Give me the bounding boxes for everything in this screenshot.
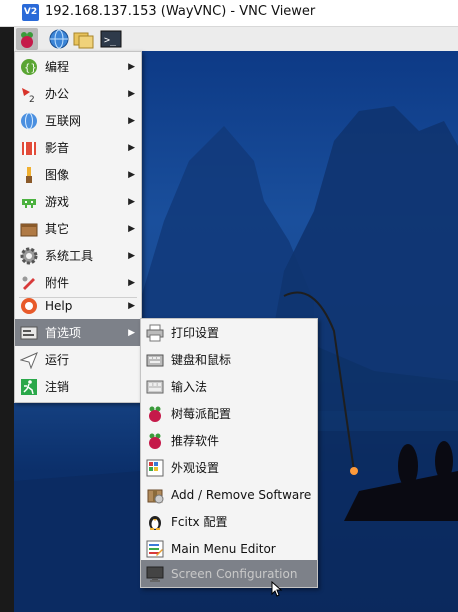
menu-item-label: 影音 — [45, 141, 70, 155]
logout-icon — [19, 377, 39, 397]
browser-button[interactable] — [48, 28, 70, 50]
chevron-right-icon: ▶ — [128, 250, 135, 261]
chevron-right-icon: ▶ — [128, 88, 135, 99]
sound-video-icon — [19, 138, 39, 158]
submenu-item-label: 输入法 — [171, 380, 208, 394]
raspberry-menu-button[interactable] — [16, 28, 38, 50]
menu-item-label: 运行 — [45, 353, 70, 367]
recommended-software-icon — [145, 431, 165, 451]
terminal-button[interactable]: >_ — [100, 28, 122, 50]
submenu-item-appearance[interactable]: 外观设置 — [141, 454, 317, 481]
menu-item-label: 首选项 — [45, 326, 82, 340]
chevron-right-icon: ▶ — [128, 300, 135, 311]
raspberry-config-icon — [145, 404, 165, 424]
chevron-right-icon: ▶ — [128, 142, 135, 153]
chevron-right-icon: ▶ — [128, 277, 135, 288]
penguin-icon — [145, 512, 165, 532]
menu-item-label: 编程 — [45, 60, 70, 74]
submenu-item-label: 键盘和鼠标 — [171, 353, 232, 367]
menu-item-label: Help — [45, 298, 73, 313]
accessories-icon — [19, 273, 39, 293]
window-title: 192.168.137.153 (WayVNC) - VNC Viewer — [45, 4, 316, 19]
svg-text:{}: {} — [24, 63, 37, 74]
chevron-right-icon: ▶ — [128, 327, 135, 338]
games-icon — [19, 192, 39, 212]
printer-icon — [145, 323, 165, 343]
keyboard-mouse-icon — [145, 350, 165, 370]
chevron-right-icon: ▶ — [128, 169, 135, 180]
programming-icon: {} — [19, 57, 39, 77]
arrow-cursor-icon — [271, 580, 283, 597]
preferences-submenu: 打印设置 键盘和鼠标 输入法 树莓派配置 推荐软件 外观设置 Add / Rem… — [140, 318, 318, 588]
submenu-item-label: 外观设置 — [171, 461, 220, 475]
menu-item-label: 附件 — [45, 276, 70, 290]
menu-item-internet[interactable]: 互联网 ▶ — [15, 107, 141, 134]
submenu-item-input-method[interactable]: 输入法 — [141, 373, 317, 400]
window-titlebar[interactable]: V2 192.168.137.153 (WayVNC) - VNC Viewer — [0, 0, 458, 27]
submenu-item-add-remove-software[interactable]: Add / Remove Software — [141, 481, 317, 508]
help-icon — [19, 296, 39, 316]
chevron-right-icon: ▶ — [128, 196, 135, 207]
svg-text:2: 2 — [29, 95, 35, 103]
menu-item-preferences[interactable]: 首选项 ▶ — [15, 319, 141, 346]
other-icon — [19, 219, 39, 239]
submenu-item-label: 树莓派配置 — [171, 407, 232, 421]
application-menu: {} 编程 ▶ 2 办公 ▶ 互联网 ▶ 影音 ▶ 图像 ▶ 游戏 ▶ 其它 ▶… — [14, 51, 142, 403]
submenu-item-label: Screen Configuration — [171, 566, 298, 581]
menu-item-games[interactable]: 游戏 ▶ — [15, 188, 141, 215]
preferences-icon — [19, 323, 39, 343]
internet-icon — [19, 111, 39, 131]
monitor-icon — [145, 564, 165, 584]
menu-item-label: 办公 — [45, 87, 70, 101]
input-method-icon — [145, 377, 165, 397]
menu-item-other[interactable]: 其它 ▶ — [15, 215, 141, 242]
run-icon — [19, 350, 39, 370]
folder-icon — [73, 32, 94, 49]
background-window-strip: 阅读 — [0, 0, 14, 612]
submenu-item-print-settings[interactable]: 打印设置 — [141, 319, 317, 346]
menu-item-help[interactable]: Help ▶ — [15, 292, 141, 319]
submenu-item-label: 打印设置 — [171, 326, 220, 340]
appearance-icon — [145, 458, 165, 478]
submenu-item-label: 推荐软件 — [171, 434, 220, 448]
chevron-right-icon: ▶ — [128, 115, 135, 126]
menu-item-label: 注销 — [45, 380, 70, 394]
menu-item-graphics[interactable]: 图像 ▶ — [15, 161, 141, 188]
menu-item-label: 系统工具 — [45, 249, 94, 263]
graphics-icon — [19, 165, 39, 185]
office-icon: 2 — [19, 84, 39, 104]
submenu-item-label: Main Menu Editor — [171, 541, 276, 556]
menu-item-label: 互联网 — [45, 114, 82, 128]
globe-icon — [49, 29, 69, 49]
submenu-item-keyboard-mouse[interactable]: 键盘和鼠标 — [141, 346, 317, 373]
taskbar: >_ — [14, 27, 458, 51]
submenu-item-screen-configuration[interactable]: Screen Configuration — [141, 560, 317, 587]
menu-item-label: 其它 — [45, 222, 70, 236]
chevron-right-icon: ▶ — [128, 223, 135, 234]
menu-item-logout[interactable]: 注销 — [15, 373, 141, 400]
package-icon — [145, 485, 165, 505]
submenu-item-label: Add / Remove Software — [171, 487, 312, 502]
chevron-right-icon: ▶ — [128, 61, 135, 72]
submenu-item-raspberry-config[interactable]: 树莓派配置 — [141, 400, 317, 427]
menu-item-office[interactable]: 2 办公 ▶ — [15, 80, 141, 107]
system-tools-icon — [19, 246, 39, 266]
menu-item-run[interactable]: 运行 — [15, 346, 141, 373]
vnc-viewer-app-icon: V2 — [22, 4, 39, 21]
submenu-item-main-menu-editor[interactable]: Main Menu Editor — [141, 535, 317, 562]
menu-item-label: 图像 — [45, 168, 70, 182]
mouse-cursor — [271, 580, 283, 601]
file-manager-button[interactable] — [73, 28, 95, 50]
menu-item-label: 游戏 — [45, 195, 70, 209]
submenu-item-label: Fcitx 配置 — [171, 515, 228, 529]
submenu-item-fcitx-config[interactable]: Fcitx 配置 — [141, 508, 317, 535]
menu-item-programming[interactable]: {} 编程 ▶ — [15, 53, 141, 80]
menu-editor-icon — [145, 539, 165, 559]
menu-item-sound-video[interactable]: 影音 ▶ — [15, 134, 141, 161]
menu-item-system-tools[interactable]: 系统工具 ▶ — [15, 242, 141, 269]
raspberry-menu-icon — [16, 28, 38, 50]
terminal-icon: >_ — [100, 30, 122, 48]
submenu-item-recommended-software[interactable]: 推荐软件 — [141, 427, 317, 454]
svg-text:>_: >_ — [104, 35, 117, 46]
